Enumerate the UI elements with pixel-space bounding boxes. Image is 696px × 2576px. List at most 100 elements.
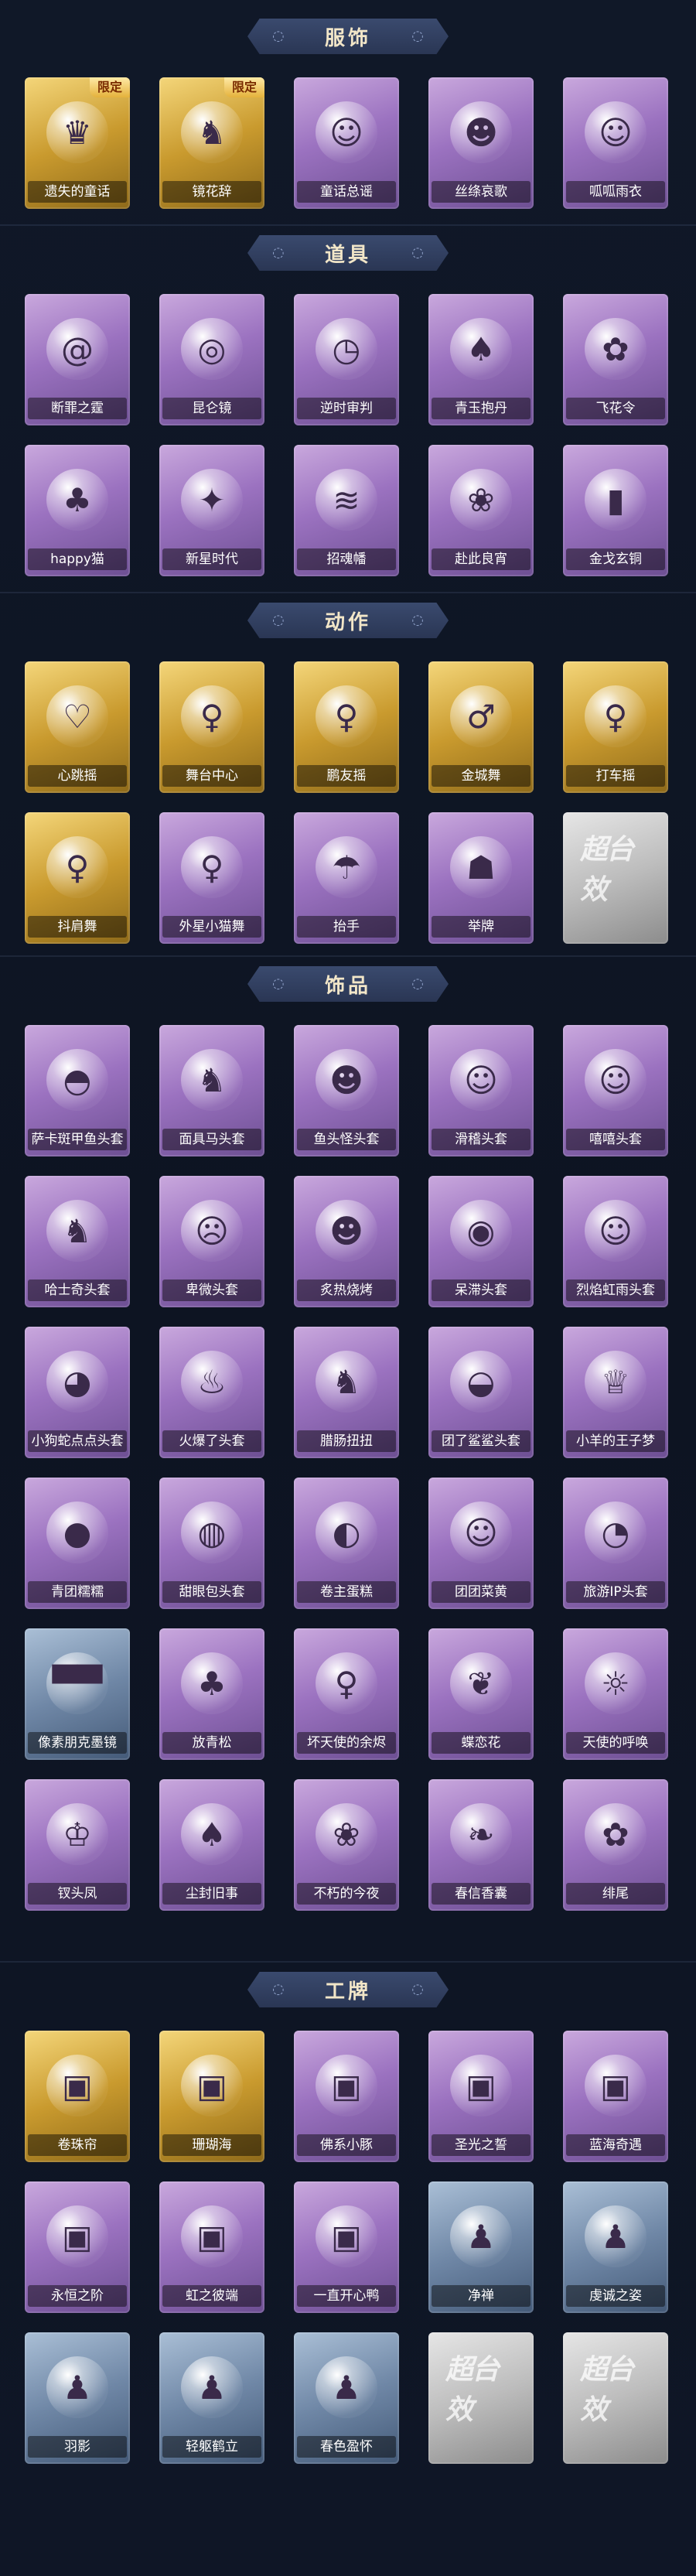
item-card[interactable]: ✦ 新星时代 (159, 445, 264, 576)
fish-head-icon: ◓ (46, 1049, 108, 1111)
phoenix-crown-icon: ♔ (46, 1803, 108, 1865)
item-card[interactable]: ♠ 尘封旧事 (159, 1779, 264, 1911)
item-card[interactable]: ♞ 哈士奇头套 (25, 1176, 130, 1307)
item-card[interactable]: ♣ happy猫 (25, 445, 130, 576)
item-card[interactable]: ♟ 轻躯鹤立 (159, 2332, 264, 2464)
item-card[interactable]: ♔ 钗头凤 (25, 1779, 130, 1911)
item-card[interactable]: ♟ 春色盈怀 (294, 2332, 399, 2464)
section-banner: ◌ 道具 ◌ (247, 235, 449, 271)
item-card[interactable]: ◒ 团了鲨鲨头套 (428, 1327, 534, 1458)
limited-badge: 限定 (90, 77, 130, 97)
item-card[interactable]: ♡ 心跳摇 (25, 661, 130, 793)
item-card[interactable]: ◓ 萨卡斑甲鱼头套 (25, 1025, 130, 1156)
item-label: 舞台中心 (162, 765, 261, 787)
item-card[interactable]: ❀ 赴此良宵 (428, 445, 534, 576)
silhouette-card-icon: ♟ (450, 2205, 512, 2267)
item-card[interactable]: ☂ 抬手 (294, 812, 399, 944)
item-card[interactable]: ◷ 逆时审判 (294, 294, 399, 425)
item-label: 青团糯糯 (28, 1581, 127, 1603)
silhouette-card-icon: ♟ (316, 2356, 377, 2418)
item-card[interactable]: ☺ 童话总谣 (294, 77, 399, 209)
card-art: ♠ (176, 1793, 247, 1875)
item-card[interactable]: ♞ 面具马头套 (159, 1025, 264, 1156)
item-card[interactable]: @ 断罪之霆 (25, 294, 130, 425)
item-label: 春信香囊 (432, 1883, 531, 1905)
badge-card-icon: ▣ (585, 2055, 647, 2116)
item-card[interactable]: ☺ 呱呱雨衣 (563, 77, 668, 209)
item-card[interactable]: ♞ 腊肠扭扭 (294, 1327, 399, 1458)
item-card[interactable]: ♟ 虔诚之姿 (563, 2181, 668, 2313)
item-card[interactable]: 超台效 (563, 2332, 668, 2464)
item-card[interactable]: ◉ 呆滞头套 (428, 1176, 534, 1307)
item-card[interactable]: ✿ 飞花令 (563, 294, 668, 425)
item-card[interactable]: ♀ 坏天使的余烬 (294, 1628, 399, 1760)
item-card[interactable]: ▣ 一直开心鸭 (294, 2181, 399, 2313)
item-card[interactable]: ▣ 珊瑚海 (159, 2031, 264, 2162)
item-card[interactable]: 超台效 (563, 812, 668, 944)
item-card[interactable]: ☺ 团团菜黄 (428, 1478, 534, 1609)
item-card[interactable]: ☼ 天使的呼唤 (563, 1628, 668, 1760)
item-card[interactable]: ☻ 丝绦哀歌 (428, 77, 534, 209)
cat-bun-icon: ☺ (450, 1502, 512, 1563)
card-art: ▣ (42, 2195, 113, 2277)
item-card[interactable]: ▣ 虹之彼端 (159, 2181, 264, 2313)
item-card[interactable]: ♀ 外星小猫舞 (159, 812, 264, 944)
card-art: ◕ (42, 1341, 113, 1423)
vase-icon: ♠ (450, 318, 512, 380)
item-card[interactable]: ▣ 圣光之誓 (428, 2031, 534, 2162)
item-card[interactable]: ♠ 青玉抱丹 (428, 294, 534, 425)
item-card[interactable]: ☻ 炙热烧烤 (294, 1176, 399, 1307)
item-card[interactable]: ♂ 金城舞 (428, 661, 534, 793)
item-label: 钗头凤 (28, 1883, 127, 1905)
item-card[interactable]: ● 青团糯糯 (25, 1478, 130, 1609)
grin-face-icon: ☺ (585, 1049, 647, 1111)
item-card[interactable]: ▣ 卷珠帘 (25, 2031, 130, 2162)
item-label: 招魂幡 (297, 548, 396, 570)
card-art: ☻ (311, 1190, 382, 1272)
item-card[interactable]: ☗ 举牌 (428, 812, 534, 944)
item-card[interactable]: ◕ 小狗蛇点点头套 (25, 1327, 130, 1458)
item-card[interactable]: ♨ 火爆了头套 (159, 1327, 264, 1458)
item-card[interactable]: ☻ 鱼头怪头套 (294, 1025, 399, 1156)
item-card[interactable]: ◔ 旅游IP头套 (563, 1478, 668, 1609)
dachshund-icon: ♞ (316, 1351, 377, 1413)
item-card[interactable]: ♀ 抖肩舞 (25, 812, 130, 944)
section-banner: ◌ 工牌 ◌ (247, 1972, 449, 2007)
item-card[interactable]: ☺ 滑稽头套 (428, 1025, 534, 1156)
item-card[interactable]: ♣ 放青松 (159, 1628, 264, 1760)
item-card[interactable]: ≋ 招魂幡 (294, 445, 399, 576)
item-card[interactable]: ▣ 永恒之阶 (25, 2181, 130, 2313)
item-card[interactable]: ▣ 蓝海奇遇 (563, 2031, 668, 2162)
item-card[interactable]: ❦ 蝶恋花 (428, 1628, 534, 1760)
item-card[interactable]: ☺ 嘻嘻头套 (563, 1025, 668, 1156)
card-art: ≋ (311, 459, 382, 541)
item-label: 腊肠扭扭 (297, 1430, 396, 1452)
item-card[interactable]: ♞ 限定 镜花辞 (159, 77, 264, 209)
item-card[interactable]: ♀ 鹏友摇 (294, 661, 399, 793)
item-card[interactable]: ▮ 金戈玄铜 (563, 445, 668, 576)
item-card[interactable]: ◍ 甜眼包头套 (159, 1478, 264, 1609)
item-card[interactable]: ❀ 不朽的今夜 (294, 1779, 399, 1911)
item-card[interactable]: ♟ 净禅 (428, 2181, 534, 2313)
item-label: 打车摇 (566, 765, 665, 787)
cat-icon: ♣ (46, 469, 108, 531)
item-card[interactable]: ▣ 佛系小豚 (294, 2031, 399, 2162)
card-art: ♂ (445, 675, 517, 757)
item-card[interactable]: ♀ 打车摇 (563, 661, 668, 793)
item-card[interactable]: ♛ 限定 遗失的童话 (25, 77, 130, 209)
item-card[interactable]: ✿ 绯尾 (563, 1779, 668, 1911)
item-card[interactable]: ☹ 卑微头套 (159, 1176, 264, 1307)
item-card[interactable]: ◎ 昆仑镜 (159, 294, 264, 425)
item-label: 镜花辞 (162, 181, 261, 203)
item-card[interactable]: ♟ 羽影 (25, 2332, 130, 2464)
item-card[interactable]: ♀ 舞台中心 (159, 661, 264, 793)
section-divider (0, 592, 696, 593)
item-card[interactable]: ♕ 小羊的王子梦 (563, 1327, 668, 1458)
item-card[interactable]: 超台效 (428, 2332, 534, 2464)
item-card[interactable]: ◐ 卷主蛋糕 (294, 1478, 399, 1609)
section-title: 工牌 (324, 1980, 371, 2004)
item-card[interactable]: ▀▀ 像素朋克墨镜 (25, 1628, 130, 1760)
item-card[interactable]: ❧ 春信香囊 (428, 1779, 534, 1911)
item-card[interactable]: ☺ 烈焰虹雨头套 (563, 1176, 668, 1307)
dog-face-icon: ◕ (46, 1351, 108, 1413)
